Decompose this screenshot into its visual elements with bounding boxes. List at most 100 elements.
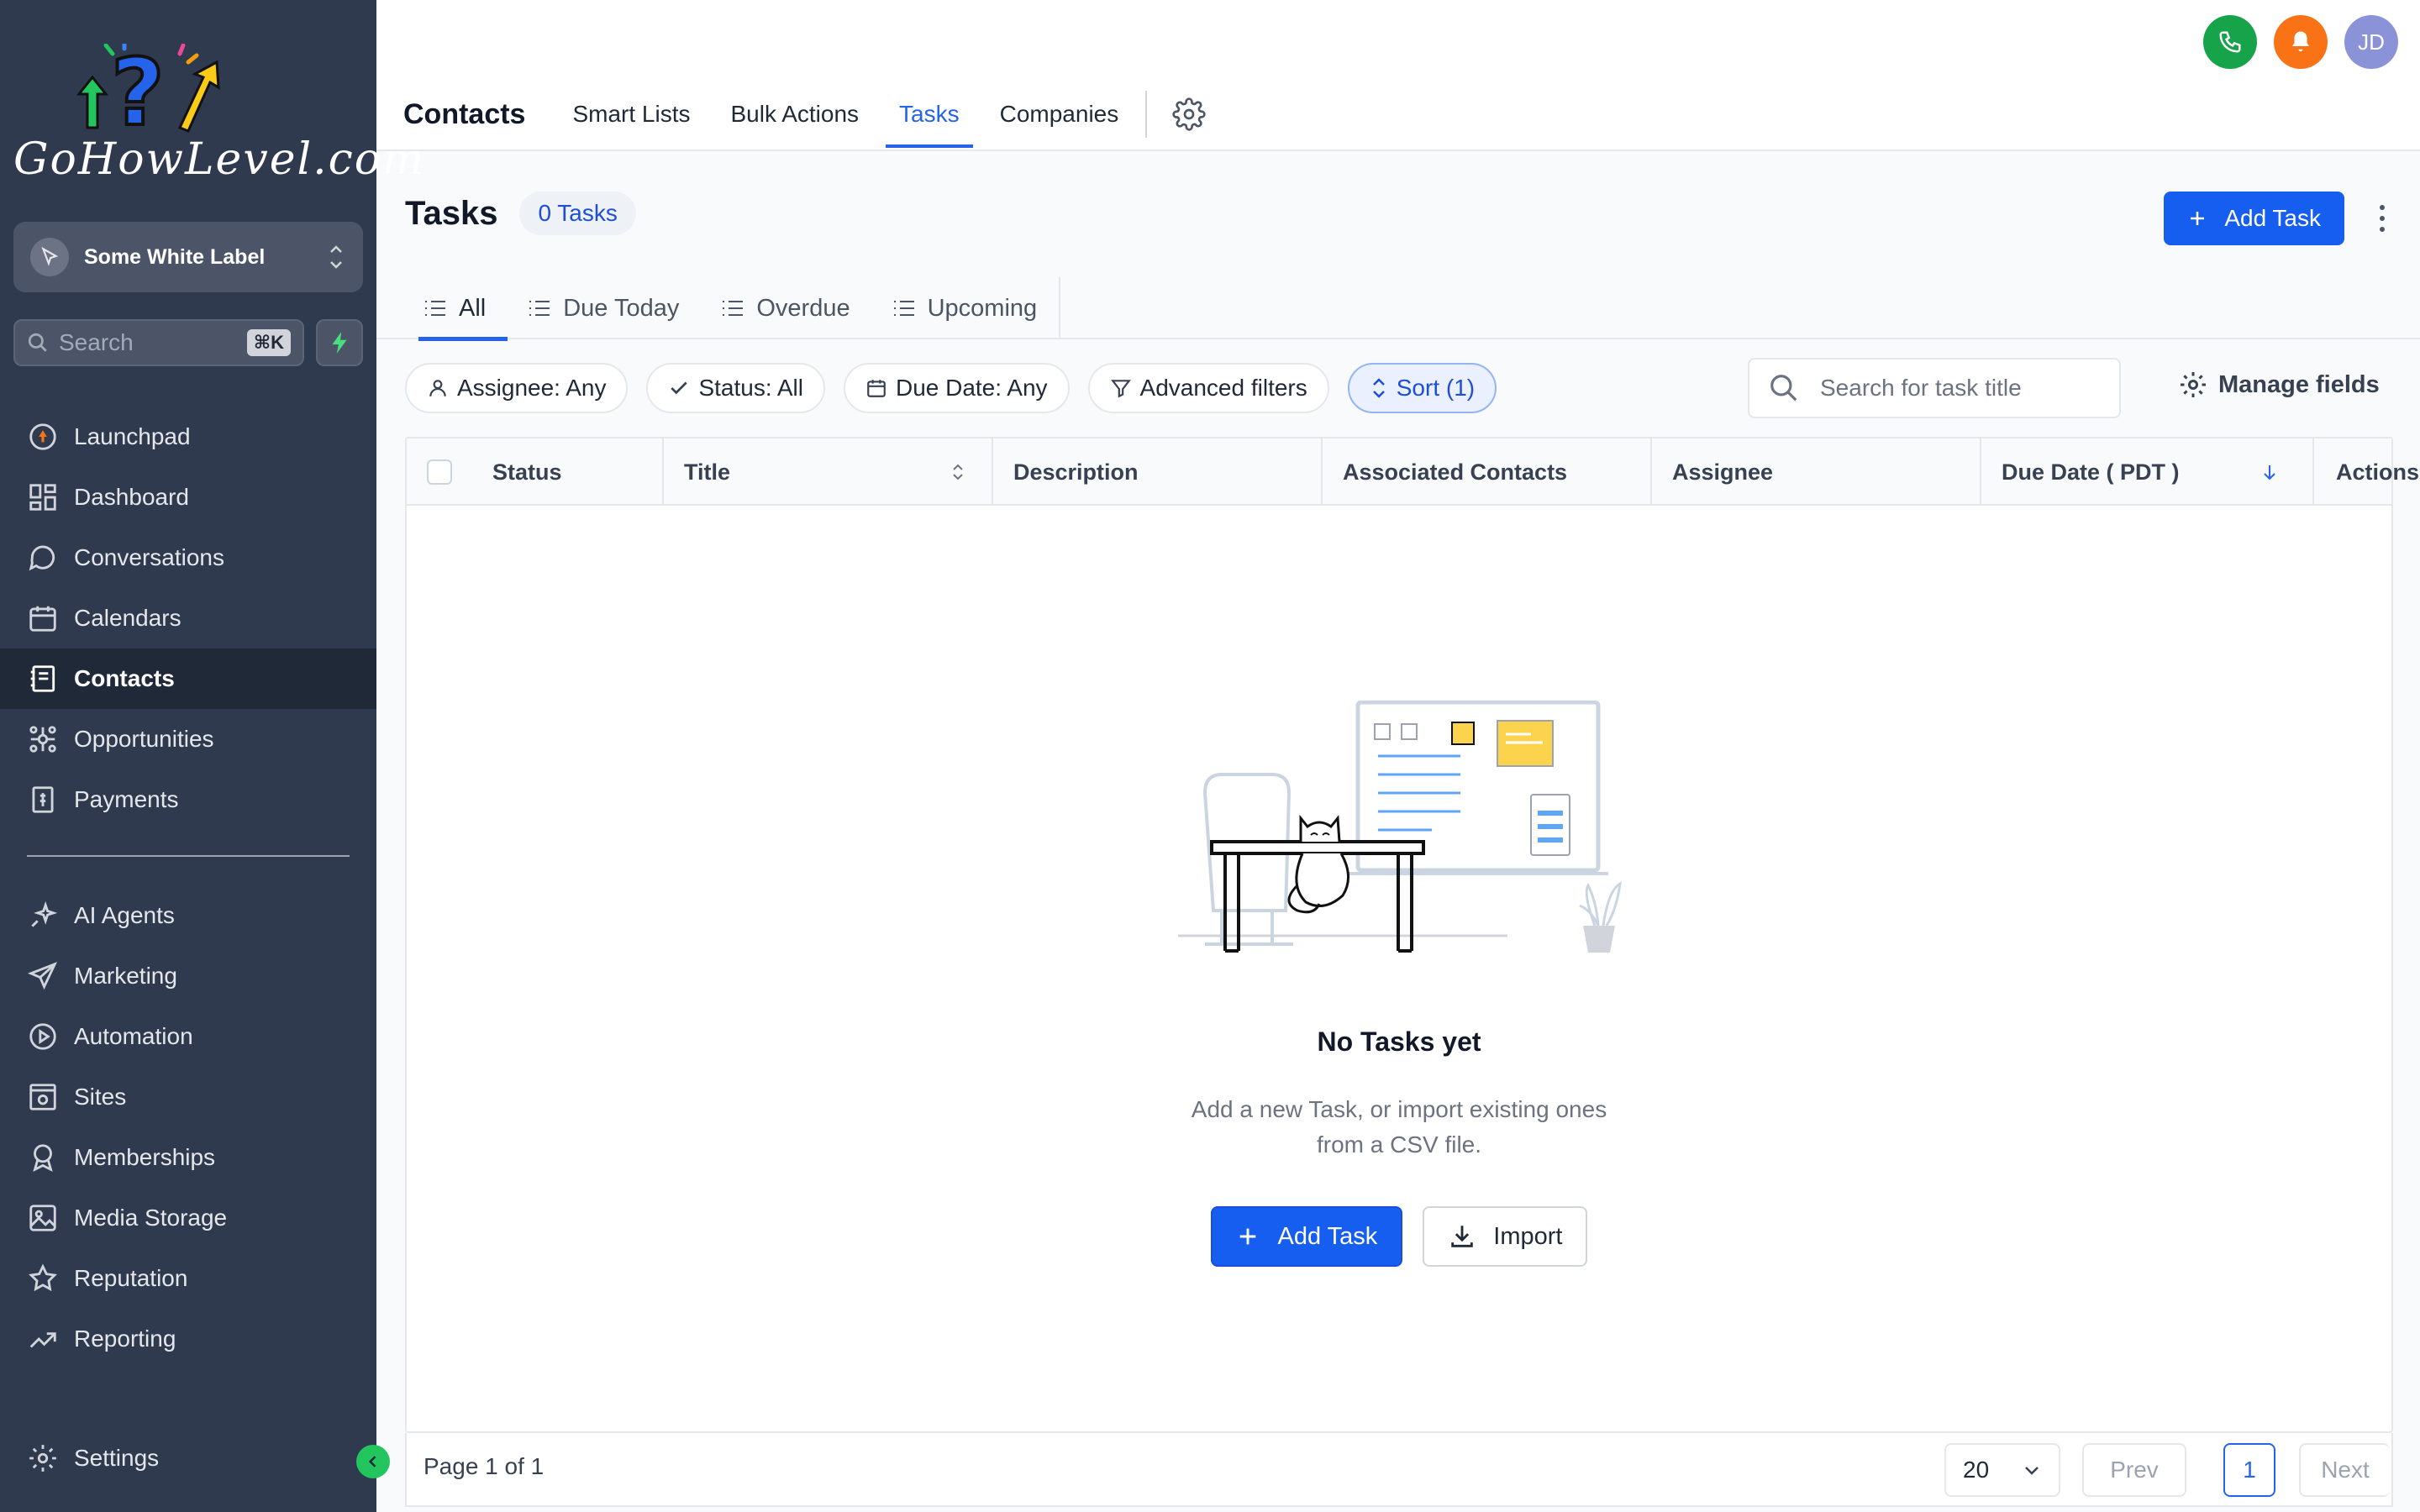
search-icon bbox=[28, 333, 47, 352]
tab-all-label: All bbox=[459, 294, 487, 322]
advanced-filters-button[interactable]: Advanced filters bbox=[1087, 363, 1329, 413]
quick-action-button[interactable] bbox=[316, 319, 363, 366]
collapse-sidebar-button[interactable] bbox=[356, 1445, 390, 1478]
sidebar-item-label: Conversations bbox=[74, 544, 224, 570]
chevron-down-icon bbox=[2025, 1467, 2039, 1475]
column-description[interactable]: Description bbox=[993, 438, 1323, 506]
sidebar-item-conversations[interactable]: Conversations bbox=[0, 528, 376, 588]
primary-nav: Launchpad Dashboard Conversations Calend… bbox=[0, 407, 376, 830]
sidebar-item-memberships[interactable]: Memberships bbox=[0, 1127, 376, 1188]
chevron-left-icon bbox=[368, 1456, 376, 1467]
sidebar-item-media-storage[interactable]: Media Storage bbox=[0, 1188, 376, 1248]
page-header: Tasks 0 Tasks bbox=[405, 192, 636, 235]
select-all-checkbox[interactable] bbox=[427, 459, 452, 485]
due-date-filter[interactable]: Due Date: Any bbox=[843, 363, 1070, 413]
empty-state-illustration bbox=[1178, 701, 1622, 953]
sidebar-item-sites[interactable]: Sites bbox=[0, 1067, 376, 1127]
top-bar: Contacts Smart Lists Bulk Actions Tasks … bbox=[376, 0, 2420, 151]
empty-state-actions: Add Task Import bbox=[407, 1206, 2391, 1267]
tasks-table: Status Title Description Associated Cont… bbox=[405, 437, 2419, 1433]
sidebar-item-label: AI Agents bbox=[74, 902, 175, 928]
sidebar-item-opportunities[interactable]: Opportunities bbox=[0, 709, 376, 769]
sidebar-item-label: Memberships bbox=[74, 1144, 216, 1170]
sort-label: Sort (1) bbox=[1396, 375, 1476, 401]
sidebar-item-ai-agents[interactable]: AI Agents bbox=[0, 885, 376, 946]
rocket-icon bbox=[29, 423, 56, 450]
tab-all[interactable]: All bbox=[418, 277, 508, 341]
sidebar-item-label: Settings bbox=[74, 1445, 160, 1471]
tab-tasks[interactable]: Tasks bbox=[886, 81, 973, 148]
status-filter[interactable]: Status: All bbox=[646, 363, 825, 413]
sidebar-item-label: Media Storage bbox=[74, 1205, 228, 1231]
tab-due-today[interactable]: Due Today bbox=[528, 277, 679, 339]
add-task-button[interactable]: Add Task bbox=[2164, 192, 2344, 245]
sidebar-item-label: Reputation bbox=[74, 1265, 188, 1291]
task-search-input[interactable]: Search for task title bbox=[1748, 358, 2121, 418]
sidebar-item-reputation[interactable]: Reputation bbox=[0, 1248, 376, 1309]
sidebar-item-label: Marketing bbox=[74, 963, 177, 989]
bolt-icon bbox=[332, 332, 347, 354]
column-due-date-label: Due Date ( PDT ) bbox=[2002, 459, 2180, 485]
sidebar-item-marketing[interactable]: Marketing bbox=[0, 946, 376, 1006]
sidebar-item-settings[interactable]: Settings bbox=[0, 1428, 376, 1488]
tab-smart-lists[interactable]: Smart Lists bbox=[572, 81, 690, 148]
empty-state-title: No Tasks yet bbox=[1317, 1026, 1481, 1057]
column-assignee[interactable]: Assignee bbox=[1652, 438, 1981, 506]
header-title: Contacts bbox=[403, 97, 526, 130]
send-icon bbox=[27, 962, 58, 990]
column-due-date[interactable]: Due Date ( PDT ) bbox=[1981, 438, 2314, 506]
sort-button[interactable]: Sort (1) bbox=[1347, 363, 1497, 413]
phone-button[interactable] bbox=[2203, 15, 2257, 69]
sidebar-search[interactable]: Search ⌘K bbox=[13, 319, 304, 366]
svg-text:?: ? bbox=[111, 44, 165, 136]
tab-bulk-actions[interactable]: Bulk Actions bbox=[731, 81, 860, 148]
avatar[interactable]: JD bbox=[2344, 15, 2398, 69]
add-task-label: Add Task bbox=[2224, 205, 2321, 231]
opportunities-icon bbox=[29, 726, 56, 753]
import-button[interactable]: Import bbox=[1423, 1206, 1588, 1267]
sidebar-item-payments[interactable]: Payments bbox=[0, 769, 376, 830]
page-title: Tasks bbox=[405, 194, 498, 232]
next-page-button[interactable]: Next bbox=[2299, 1443, 2390, 1497]
notifications-button[interactable] bbox=[2274, 15, 2328, 69]
empty-add-task-button[interactable]: Add Task bbox=[1210, 1206, 1403, 1267]
sidebar-item-contacts[interactable]: Contacts bbox=[0, 648, 376, 709]
sidebar-item-calendars[interactable]: Calendars bbox=[0, 588, 376, 648]
sidebar-item-dashboard[interactable]: Dashboard bbox=[0, 467, 376, 528]
sidebar-item-reporting[interactable]: Reporting bbox=[0, 1309, 376, 1369]
per-page-value: 20 bbox=[1963, 1457, 1990, 1483]
sort-icon bbox=[1372, 378, 1385, 398]
image-icon bbox=[29, 1205, 56, 1231]
column-title[interactable]: Title bbox=[664, 438, 993, 506]
advanced-filters-label: Advanced filters bbox=[1139, 375, 1307, 401]
per-page-select[interactable]: 20 bbox=[1944, 1443, 2060, 1497]
assignee-filter[interactable]: Assignee: Any bbox=[405, 363, 629, 413]
brand-logo[interactable]: ? GoHowLevel.com bbox=[12, 44, 424, 186]
manage-fields-button[interactable]: Manage fields bbox=[2178, 370, 2380, 400]
gear-icon[interactable] bbox=[1172, 97, 1206, 131]
more-options-icon[interactable] bbox=[2378, 205, 2386, 232]
pointer-icon bbox=[30, 238, 69, 276]
secondary-nav: AI Agents Marketing Automation Sites Mem… bbox=[0, 885, 376, 1369]
filter-icon bbox=[1110, 380, 1131, 398]
assignee-filter-label: Assignee: Any bbox=[457, 375, 607, 401]
column-status[interactable]: Status bbox=[481, 438, 664, 506]
sidebar-divider bbox=[27, 855, 350, 857]
automation-icon bbox=[29, 1023, 56, 1050]
prev-page-button[interactable]: Prev bbox=[2082, 1443, 2186, 1497]
current-page-button[interactable]: 1 bbox=[2223, 1443, 2275, 1497]
column-associated-contacts[interactable]: Associated Contacts bbox=[1323, 438, 1652, 506]
header-divider bbox=[1145, 91, 1148, 138]
workspace-switcher[interactable]: Some White Label bbox=[13, 222, 363, 292]
list-icon bbox=[723, 301, 744, 316]
tab-upcoming[interactable]: Upcoming bbox=[892, 277, 1037, 339]
sidebar-item-launchpad[interactable]: Launchpad bbox=[0, 407, 376, 467]
empty-add-task-label: Add Task bbox=[1277, 1222, 1378, 1250]
badge-icon bbox=[33, 1144, 53, 1172]
bell-icon bbox=[2292, 31, 2309, 52]
column-title-label: Title bbox=[684, 459, 731, 485]
tab-overdue[interactable]: Overdue bbox=[721, 277, 850, 339]
sidebar-item-automation[interactable]: Automation bbox=[0, 1006, 376, 1067]
workspace-label: Some White Label bbox=[84, 244, 266, 269]
tab-companies[interactable]: Companies bbox=[1000, 81, 1119, 148]
